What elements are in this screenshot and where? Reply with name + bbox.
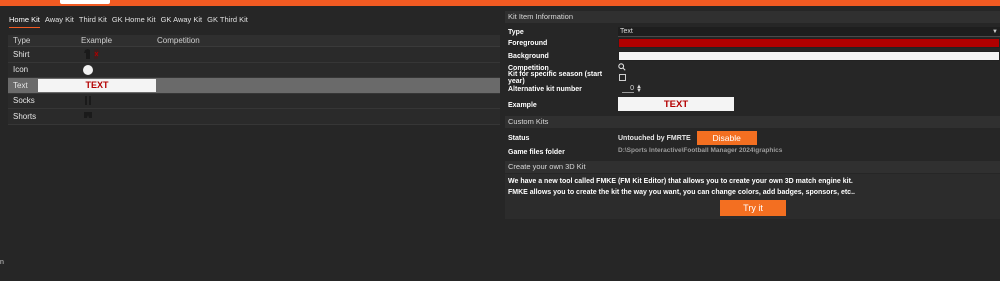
tab-away-kit[interactable]: Away Kit — [45, 14, 74, 28]
kit-tabs: Home Kit Away Kit Third Kit GK Home Kit … — [9, 14, 248, 28]
background-row: Background — [505, 51, 1000, 61]
tab-third-kit[interactable]: Third Kit — [79, 14, 107, 28]
fmke-line-2: FMKE allows you to create the kit the wa… — [508, 189, 855, 196]
background-color-swatch[interactable] — [618, 51, 1000, 61]
alt-number-input[interactable]: 0 — [622, 85, 634, 93]
socks-icon — [85, 95, 91, 105]
row-type: Shirt — [13, 49, 30, 59]
row-example: TEXT — [38, 78, 156, 93]
truncated-text: n — [0, 259, 4, 266]
game-files-row: Game files folder D:\Sports Interactive\… — [505, 147, 1000, 157]
alt-number-row: Alternative kit number 0 ▲ ▼ — [505, 84, 1000, 94]
row-example — [38, 47, 156, 62]
try-it-container: Try it — [508, 198, 997, 217]
status-text: Untouched by FMRTE — [618, 134, 691, 142]
fmke-description: We have a new tool called FMKE (FM Kit E… — [505, 174, 1000, 219]
tab-gk-home-kit[interactable]: GK Home Kit — [112, 14, 156, 28]
example-value: TEXT — [618, 97, 1000, 113]
type-select[interactable]: Text ▼ — [618, 27, 1000, 37]
table-row-socks[interactable]: Socks — [8, 93, 500, 109]
tab-gk-third-kit[interactable]: GK Third Kit — [207, 14, 248, 28]
example-row: Example TEXT — [505, 97, 1000, 113]
game-files-label: Game files folder — [508, 148, 565, 156]
type-row: Type Text ▼ — [505, 27, 1000, 37]
type-label: Type — [508, 28, 524, 36]
top-tab-indicator — [60, 0, 110, 4]
shirt-icon — [84, 49, 100, 60]
kit-items-table: Type Example Competition Shirt Icon Text… — [8, 35, 500, 125]
table-row-text[interactable]: Text TEXT — [8, 78, 500, 94]
row-example — [38, 63, 156, 78]
tab-gk-away-kit[interactable]: GK Away Kit — [161, 14, 203, 28]
foreground-color-swatch[interactable] — [618, 38, 1000, 48]
game-files-path[interactable]: D:\Sports Interactive\Football Manager 2… — [618, 147, 1000, 157]
table-header: Type Example Competition — [8, 35, 500, 47]
alt-number-label: Alternative kit number — [508, 85, 582, 93]
table-row-shorts[interactable]: Shorts — [8, 109, 500, 125]
background-value — [618, 51, 1000, 61]
fmke-line-1: We have a new tool called FMKE (FM Kit E… — [508, 178, 853, 185]
stepper-arrows-icon[interactable]: ▲ ▼ — [636, 84, 642, 94]
try-it-button[interactable]: Try it — [720, 200, 786, 216]
season-label: Kit for specific season (start year) — [508, 71, 603, 85]
disable-button[interactable]: Disable — [696, 131, 757, 145]
example-label: Example — [508, 101, 537, 109]
custom-kits-title: Custom Kits — [505, 116, 1000, 128]
fmke-title: Create your own 3D Kit — [505, 161, 1000, 173]
kit-item-info-title: Kit Item Information — [505, 11, 1000, 23]
alt-number-stepper: 0 ▲ ▼ — [618, 84, 1000, 94]
right-panel: Kit Item Information Type Text ▼ Foregro… — [505, 11, 1000, 219]
table-row-icon[interactable]: Icon — [8, 62, 500, 78]
header-competition[interactable]: Competition — [157, 36, 500, 45]
row-example — [38, 109, 156, 124]
shorts-icon — [84, 112, 92, 119]
season-value — [618, 73, 1000, 83]
season-checkbox[interactable] — [619, 74, 626, 81]
example-preview: TEXT — [618, 97, 734, 111]
competition-value — [618, 63, 1000, 73]
chevron-down-icon: ▼ — [992, 29, 998, 35]
row-type: Icon — [13, 65, 29, 75]
header-example[interactable]: Example — [81, 36, 157, 45]
header-type[interactable]: Type — [8, 36, 81, 45]
search-icon[interactable] — [618, 63, 626, 71]
foreground-row: Foreground — [505, 38, 1000, 48]
tab-home-kit[interactable]: Home Kit — [9, 14, 40, 28]
text-example-preview: TEXT — [38, 78, 156, 92]
background-label: Background — [508, 52, 549, 60]
row-type: Text — [13, 80, 28, 90]
season-row: Kit for specific season (start year) — [505, 71, 1000, 85]
circle-icon — [83, 64, 93, 75]
row-type: Socks — [13, 96, 35, 106]
top-accent-bar — [0, 0, 1000, 6]
row-example — [38, 94, 156, 109]
foreground-label: Foreground — [508, 39, 548, 47]
status-value: Untouched by FMRTE Disable — [618, 131, 1000, 145]
status-row: Status Untouched by FMRTE Disable — [505, 131, 1000, 145]
row-type: Shorts — [13, 111, 37, 121]
foreground-value — [618, 38, 1000, 48]
type-value-container: Text ▼ — [618, 27, 1000, 37]
table-row-shirt[interactable]: Shirt — [8, 47, 500, 63]
status-label: Status — [508, 134, 530, 142]
type-select-value: Text — [620, 28, 633, 35]
